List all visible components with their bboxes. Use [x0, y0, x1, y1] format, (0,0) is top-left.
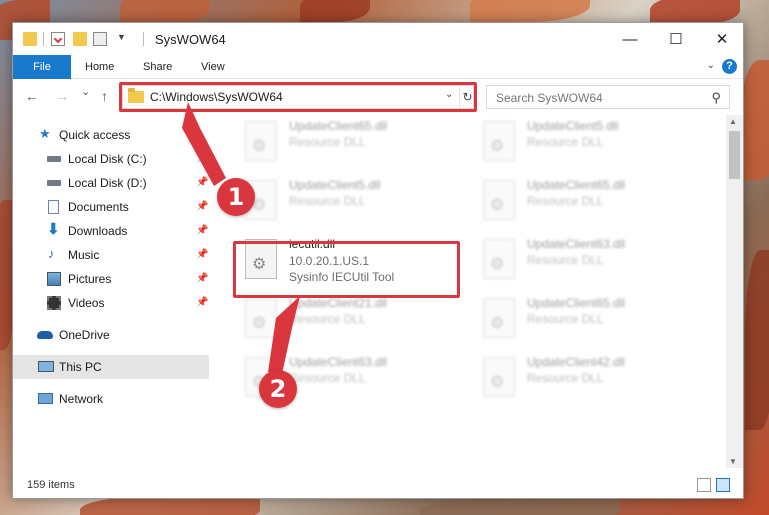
step-badge-2: 2: [259, 370, 297, 408]
step-badge-1: 1: [217, 178, 255, 216]
annotation-arrows: [182, 102, 300, 374]
arrow-2: [268, 296, 300, 374]
arrow-1: [182, 102, 226, 186]
